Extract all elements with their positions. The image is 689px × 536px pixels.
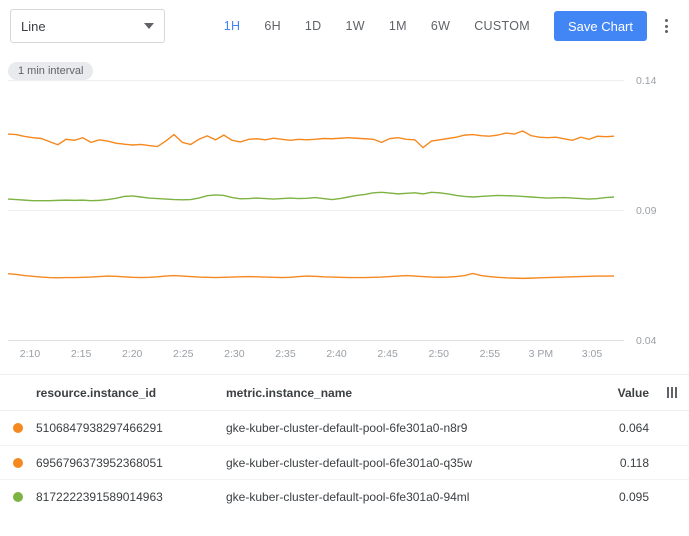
chart-type-select[interactable]: Line <box>10 9 165 43</box>
interval-chip: 1 min interval <box>8 62 93 80</box>
save-chart-button[interactable]: Save Chart <box>554 11 647 41</box>
y-axis-tick-label: 0.09 <box>636 205 657 217</box>
table-body: 5106847938297466291gke-kuber-cluster-def… <box>0 411 689 513</box>
time-range-custom[interactable]: CUSTOM <box>462 13 542 39</box>
chart-type-value: Line <box>21 19 144 34</box>
cell-instance-id: 5106847938297466291 <box>36 421 226 435</box>
x-axis-tick-label: 2:40 <box>326 348 347 360</box>
cell-instance-name: gke-kuber-cluster-default-pool-6fe301a0-… <box>226 490 585 504</box>
header-instance-id[interactable]: resource.instance_id <box>36 386 226 400</box>
series-color-swatch <box>0 458 36 468</box>
kebab-dot <box>665 19 668 22</box>
chart-area[interactable]: 1 min interval 0.14 0.09 0.04 2:10 2:15 2:20 2… <box>0 52 689 374</box>
x-axis-tick-label: 2:55 <box>480 348 501 360</box>
x-axis-tick-label: 2:30 <box>224 348 245 360</box>
series-line[interactable] <box>8 131 614 148</box>
cell-value: 0.095 <box>585 490 655 504</box>
header-instance-name[interactable]: metric.instance_name <box>226 386 585 400</box>
columns-icon-bar <box>675 387 678 398</box>
cell-value: 0.064 <box>585 421 655 435</box>
x-axis-tick-label: 2:25 <box>173 348 194 360</box>
color-dot <box>13 492 23 502</box>
time-range-1d[interactable]: 1D <box>293 13 334 39</box>
cell-instance-id: 6956796373952368051 <box>36 456 226 470</box>
color-dot <box>13 458 23 468</box>
series-line[interactable] <box>8 273 614 278</box>
header-value[interactable]: Value <box>585 386 655 400</box>
y-axis-tick-label: 0.14 <box>636 75 657 87</box>
x-axis-tick-label: 2:10 <box>20 348 41 360</box>
columns-icon-bar <box>671 387 674 398</box>
cell-instance-name: gke-kuber-cluster-default-pool-6fe301a0-… <box>226 421 585 435</box>
x-axis-tick-label: 2:45 <box>377 348 398 360</box>
metrics-explorer-panel: Line 1H6H1D1W1M6WCUSTOM Save Chart 1 min… <box>0 0 689 536</box>
columns-icon-bar <box>667 387 670 398</box>
x-axis-tick-label: 3 PM <box>529 348 554 360</box>
series-color-swatch <box>0 492 36 502</box>
cell-instance-name: gke-kuber-cluster-default-pool-6fe301a0-… <box>226 456 585 470</box>
cell-instance-id: 8172222391589014963 <box>36 490 226 504</box>
time-range-6w[interactable]: 6W <box>419 13 462 39</box>
cell-value: 0.118 <box>585 456 655 470</box>
time-range-1h[interactable]: 1H <box>212 13 253 39</box>
table-row[interactable]: 8172222391589014963gke-kuber-cluster-def… <box>0 479 689 513</box>
series-line[interactable] <box>8 192 614 200</box>
line-chart[interactable]: 0.14 0.09 0.04 2:10 2:15 2:20 2:25 2:30 2:35 2:40… <box>0 52 689 374</box>
x-axis-tick-label: 3:05 <box>582 348 603 360</box>
x-axis-tick-label: 2:20 <box>122 348 143 360</box>
time-range-1m[interactable]: 1M <box>377 13 419 39</box>
columns-icon[interactable] <box>655 387 689 398</box>
chevron-down-icon <box>144 23 154 29</box>
color-dot <box>13 423 23 433</box>
series-color-swatch <box>0 423 36 433</box>
series-table: resource.instance_id metric.instance_nam… <box>0 374 689 513</box>
time-range-group: 1H6H1D1W1M6WCUSTOM <box>212 13 542 39</box>
table-row[interactable]: 5106847938297466291gke-kuber-cluster-def… <box>0 411 689 445</box>
x-axis-tick-label: 2:50 <box>429 348 450 360</box>
table-header-row: resource.instance_id metric.instance_nam… <box>0 375 689 411</box>
kebab-dot <box>665 30 668 33</box>
time-range-1w[interactable]: 1W <box>334 13 377 39</box>
time-range-6h[interactable]: 6H <box>252 13 293 39</box>
y-axis-tick-label: 0.04 <box>636 335 657 347</box>
chart-toolbar: Line 1H6H1D1W1M6WCUSTOM Save Chart <box>0 0 689 52</box>
table-row[interactable]: 6956796373952368051gke-kuber-cluster-def… <box>0 445 689 479</box>
kebab-menu-icon[interactable] <box>653 11 679 41</box>
x-axis-tick-label: 2:15 <box>71 348 92 360</box>
kebab-dot <box>665 25 668 28</box>
x-axis-tick-label: 2:35 <box>275 348 296 360</box>
